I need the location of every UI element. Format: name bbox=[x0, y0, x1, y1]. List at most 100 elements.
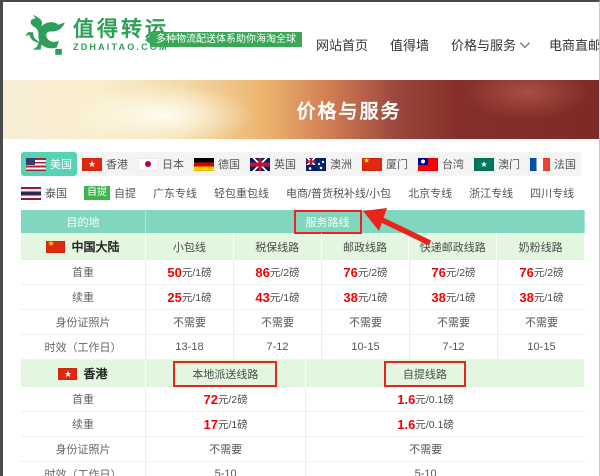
service-route-highlight-box: 服务路线 bbox=[294, 210, 362, 234]
route-local-delivery[interactable]: 本地派送线路 bbox=[146, 360, 306, 387]
price-cell: 25元/1磅 bbox=[146, 285, 234, 310]
australia-flag-icon bbox=[306, 158, 326, 171]
tab-light-heavy-parcel-line[interactable]: 轻包重包线 bbox=[214, 185, 269, 201]
row-label: 首重 bbox=[21, 387, 146, 412]
tab-hongkong[interactable]: 香港 bbox=[77, 152, 133, 176]
china-flag-icon bbox=[46, 241, 65, 253]
value-cell: 不需要 bbox=[498, 310, 585, 335]
price-cell: 43元/1磅 bbox=[234, 285, 322, 310]
tab-sichuan-line[interactable]: 四川专线 bbox=[530, 185, 574, 201]
tab-ecommerce-tax-line[interactable]: 电商/普货税补线/小包 bbox=[286, 185, 391, 201]
pricing-table: 目的地 服务路线 中国大陆 小包线 税保线路 邮政线路 快递邮政线路 奶粉线路 … bbox=[21, 210, 585, 476]
self-pickup-badge: 自提 bbox=[84, 186, 110, 200]
page: 值得转运 ZDHAITAO.COM 多种物流配送体系助你海淘全球 网站首页 值得… bbox=[0, 0, 600, 476]
price-cell: 1.6元/0.1磅 bbox=[306, 387, 585, 412]
route-small-packet[interactable]: 小包线 bbox=[146, 233, 234, 260]
tab-france[interactable]: 法国 bbox=[525, 152, 581, 176]
price-cell: 1.6元/0.1磅 bbox=[306, 412, 585, 437]
nav-item-wall[interactable]: 值得墙 bbox=[390, 35, 429, 54]
price-cell: 38元/1磅 bbox=[322, 285, 410, 310]
nav-item-home[interactable]: 网站首页 bbox=[316, 35, 368, 54]
tab-self-pickup[interactable]: 自提自提 bbox=[84, 185, 136, 201]
table-row-additional-weight: 续重 25元/1磅 43元/1磅 38元/1磅 38元/1磅 38元/1磅 bbox=[21, 285, 585, 310]
route-bonded[interactable]: 税保线路 bbox=[234, 233, 322, 260]
route-tabs: 泰国 自提自提 广东专线 轻包重包线 电商/普货税补线/小包 北京专线 浙江专线… bbox=[21, 185, 581, 201]
row-label: 首重 bbox=[21, 260, 146, 285]
tab-zhejiang-line[interactable]: 浙江专线 bbox=[469, 185, 513, 201]
row-label: 身份证照片 bbox=[21, 310, 146, 335]
table-row-delivery-time-hk: 时效（工作日） 5-10 5-10 bbox=[21, 462, 585, 476]
nav-item-pricing[interactable]: 价格与服务 bbox=[451, 35, 527, 54]
tab-guangdong-line[interactable]: 广东专线 bbox=[153, 185, 197, 201]
tab-taiwan[interactable]: 台湾 bbox=[413, 152, 469, 176]
tab-beijing-line[interactable]: 北京专线 bbox=[408, 185, 452, 201]
nav-item-direct-mail[interactable]: 电商直邮 bbox=[549, 35, 600, 54]
value-cell: 不需要 bbox=[146, 310, 234, 335]
page-title: 价格与服务 bbox=[296, 96, 401, 123]
taiwan-flag-icon bbox=[418, 158, 438, 171]
table-row-delivery-time: 时效（工作日） 13-18 7-12 10-15 7-12 10-15 bbox=[21, 335, 585, 360]
route-milk-powder[interactable]: 奶粉线路 bbox=[497, 233, 585, 260]
row-label: 时效（工作日） bbox=[21, 462, 146, 476]
macau-flag-icon bbox=[474, 158, 494, 171]
value-cell: 不需要 bbox=[306, 437, 585, 462]
price-cell: 76元/2磅 bbox=[498, 260, 585, 285]
value-cell: 不需要 bbox=[322, 310, 410, 335]
price-cell: 76元/2磅 bbox=[410, 260, 498, 285]
uk-flag-icon bbox=[250, 158, 270, 171]
table-row-first-weight: 首重 50元/1磅 86元/2磅 76元/2磅 76元/2磅 76元/2磅 bbox=[21, 260, 585, 285]
japan-flag-icon bbox=[138, 158, 158, 171]
china-flag-icon bbox=[362, 158, 382, 171]
route-express-postal[interactable]: 快递邮政线路 bbox=[409, 233, 497, 260]
table-row-additional-weight-hk: 续重 17元/1磅 1.6元/0.1磅 bbox=[21, 412, 585, 437]
destination-china: 中国大陆 bbox=[21, 233, 146, 260]
country-tabs: 美国 香港 日本 德国 英国 澳洲 厦门 台湾 澳门 法国 bbox=[21, 152, 581, 176]
row-label: 续重 bbox=[21, 412, 146, 437]
price-cell: 76元/2磅 bbox=[322, 260, 410, 285]
row-label: 身份证照片 bbox=[21, 437, 146, 462]
row-label: 续重 bbox=[21, 285, 146, 310]
site-logo[interactable]: 值得转运 ZDHAITAO.COM bbox=[23, 13, 169, 57]
chevron-down-icon bbox=[520, 38, 530, 48]
route-self-pickup[interactable]: 自提线路 bbox=[306, 360, 585, 387]
price-cell: 50元/1磅 bbox=[146, 260, 234, 285]
hongkong-flag-icon bbox=[58, 368, 77, 380]
tab-uk[interactable]: 英国 bbox=[245, 152, 301, 176]
value-cell: 10-15 bbox=[322, 335, 410, 360]
us-flag-icon bbox=[26, 158, 46, 171]
france-flag-icon bbox=[530, 158, 550, 171]
price-cell: 72元/2磅 bbox=[146, 387, 306, 412]
section-row-hongkong: 香港 本地派送线路 自提线路 bbox=[21, 360, 585, 387]
table-header-row: 目的地 服务路线 bbox=[21, 210, 585, 233]
self-pickup-highlight-box: 自提线路 bbox=[384, 361, 466, 387]
tab-macau[interactable]: 澳门 bbox=[469, 152, 525, 176]
value-cell: 5-10 bbox=[146, 462, 306, 476]
tab-xiamen[interactable]: 厦门 bbox=[357, 152, 413, 176]
slogan-badge: 多种物流配送体系助你海淘全球 bbox=[150, 32, 302, 47]
hongkong-flag-icon bbox=[82, 158, 102, 171]
price-cell: 86元/2磅 bbox=[234, 260, 322, 285]
tab-usa[interactable]: 美国 bbox=[21, 152, 77, 176]
tab-japan[interactable]: 日本 bbox=[133, 152, 189, 176]
table-row-id-photo: 身份证照片 不需要 不需要 不需要 不需要 不需要 bbox=[21, 310, 585, 335]
table-row-id-photo-hk: 身份证照片 不需要 不需要 bbox=[21, 437, 585, 462]
germany-flag-icon bbox=[194, 158, 214, 171]
value-cell: 7-12 bbox=[234, 335, 322, 360]
site-header: 值得转运 ZDHAITAO.COM 多种物流配送体系助你海淘全球 网站首页 值得… bbox=[3, 2, 599, 80]
tab-thailand[interactable]: 泰国 bbox=[21, 185, 67, 201]
hero-banner: 价格与服务 bbox=[3, 80, 599, 139]
table-row-first-weight-hk: 首重 72元/2磅 1.6元/0.1磅 bbox=[21, 387, 585, 412]
local-delivery-highlight-box: 本地派送线路 bbox=[173, 361, 277, 387]
price-cell: 17元/1磅 bbox=[146, 412, 306, 437]
col-destination: 目的地 bbox=[21, 210, 146, 233]
value-cell: 不需要 bbox=[234, 310, 322, 335]
tab-australia[interactable]: 澳洲 bbox=[301, 152, 357, 176]
section-row-china: 中国大陆 小包线 税保线路 邮政线路 快递邮政线路 奶粉线路 bbox=[21, 233, 585, 260]
route-postal[interactable]: 邮政线路 bbox=[322, 233, 410, 260]
value-cell: 13-18 bbox=[146, 335, 234, 360]
value-cell: 5-10 bbox=[306, 462, 585, 476]
price-cell: 38元/1磅 bbox=[498, 285, 585, 310]
value-cell: 7-12 bbox=[410, 335, 498, 360]
tab-germany[interactable]: 德国 bbox=[189, 152, 245, 176]
value-cell: 不需要 bbox=[410, 310, 498, 335]
